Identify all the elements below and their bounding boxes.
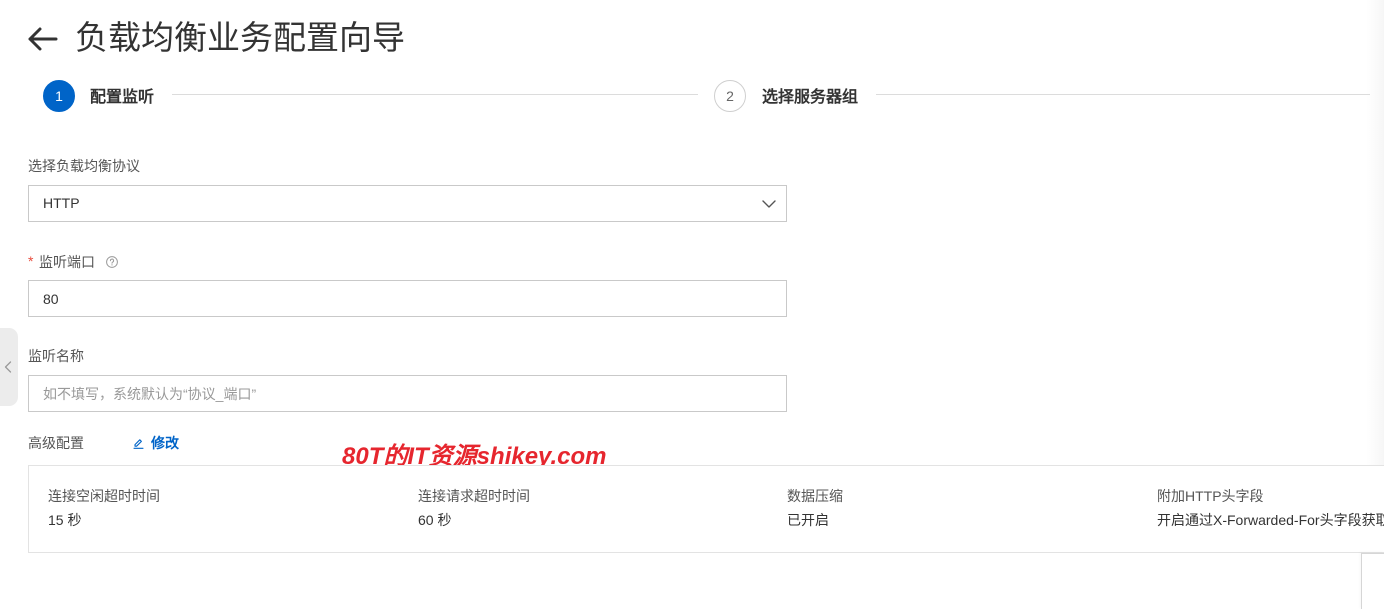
advanced-edit-link[interactable]: 修改 [133, 433, 179, 453]
step-2-label: 选择服务器组 [762, 89, 859, 106]
step-2-indicator: 2 [714, 80, 746, 112]
chevron-left-icon [4, 361, 12, 373]
advanced-config-panel: 连接空闲超时时间 15 秒 连接请求超时时间 60 秒 数据压缩 已开启 附加H… [28, 465, 1384, 553]
http-header-value: 开启通过X-Forwarded-For头字段获取 [1157, 512, 1384, 528]
compression-label: 数据压缩 [787, 488, 843, 504]
step-1-label: 配置监听 [90, 89, 155, 106]
idle-timeout-label: 连接空闲超时时间 [48, 488, 160, 504]
protocol-select[interactable]: HTTP [28, 185, 787, 222]
edit-pencil-icon [133, 438, 144, 449]
listener-name-label: 监听名称 [28, 348, 84, 364]
floating-widget-edge[interactable] [1361, 553, 1384, 609]
protocol-label: 选择负载均衡协议 [28, 158, 140, 174]
port-label: 监听端口 [39, 254, 95, 270]
arrow-left-icon [28, 27, 58, 51]
right-edge-shadow [1366, 0, 1384, 465]
idle-timeout-value: 15 秒 [48, 512, 82, 528]
listener-wizard-page: 负载均衡业务配置向导 1 配置监听 2 选择服务器组 选择负载均衡协议 HTTP… [0, 0, 1384, 609]
back-button[interactable] [26, 26, 58, 52]
question-circle-icon[interactable] [106, 256, 118, 268]
step-1-indicator: 1 [43, 80, 75, 112]
chevron-down-icon [762, 200, 776, 208]
advanced-config-label: 高级配置 [28, 435, 84, 451]
sidebar-collapse-handle[interactable] [0, 328, 18, 406]
request-timeout-label: 连接请求超时时间 [418, 488, 530, 504]
compression-value: 已开启 [787, 512, 829, 528]
required-mark: * [28, 253, 34, 269]
http-header-label: 附加HTTP头字段 [1157, 488, 1264, 504]
advanced-edit-label: 修改 [151, 435, 179, 451]
step-connector-2 [876, 94, 1370, 95]
page-title: 负载均衡业务配置向导 [75, 19, 405, 56]
step-1-number: 1 [55, 88, 63, 104]
port-input[interactable] [28, 280, 787, 317]
request-timeout-value: 60 秒 [418, 512, 452, 528]
step-2-number: 2 [726, 88, 734, 104]
step-connector-1 [172, 94, 698, 95]
listener-name-input[interactable] [28, 375, 787, 412]
protocol-select-value: HTTP [43, 195, 80, 211]
